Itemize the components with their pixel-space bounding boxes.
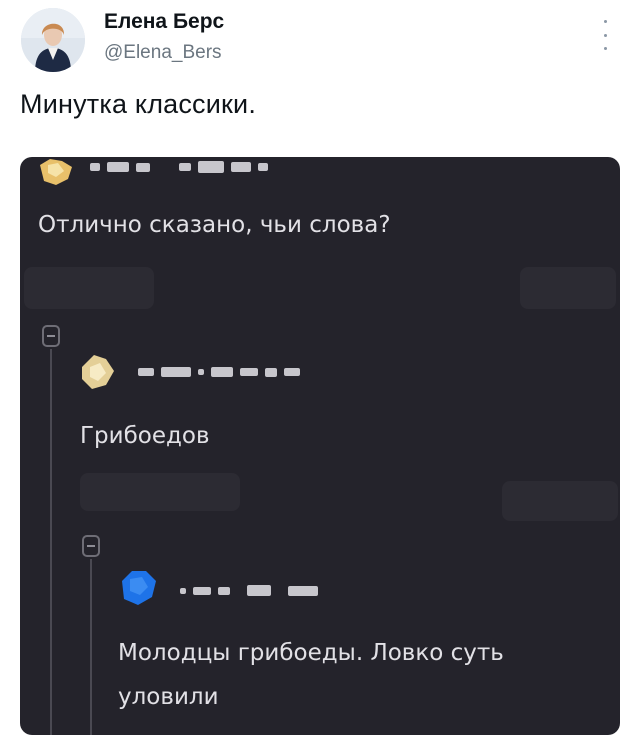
commenter-avatar-icon bbox=[122, 571, 156, 605]
commenter-avatar-icon bbox=[82, 355, 114, 389]
blurred-action-bar bbox=[80, 473, 240, 511]
redacted-username bbox=[138, 367, 300, 377]
comment-text-1: Отлично сказано, чьи слова? bbox=[38, 212, 391, 238]
collapse-thread-icon[interactable] bbox=[42, 325, 60, 347]
thread-line bbox=[90, 559, 92, 735]
tweet-media-image[interactable]: Отлично сказано, чьи слова? Грибоедов Мо… bbox=[20, 157, 620, 735]
blurred-action-bar bbox=[24, 267, 154, 309]
comment-text-2: Грибоедов bbox=[80, 423, 210, 449]
author-avatar[interactable] bbox=[21, 8, 85, 72]
comment-text-3-line-1: Молодцы грибоеды. Ловко суть bbox=[118, 640, 504, 666]
thread-line bbox=[50, 349, 52, 735]
tweet-card: Елена Берс @Elena_Bers Минутка классики.… bbox=[0, 0, 640, 749]
comment-text-3-line-2: уловили bbox=[118, 684, 219, 710]
redacted-username bbox=[90, 161, 268, 173]
blurred-action-bar bbox=[520, 267, 616, 309]
comment-text-3: Молодцы грибоеды. Ловко суть уловили bbox=[118, 631, 504, 719]
author-handle[interactable]: @Elena_Bers bbox=[104, 42, 222, 64]
author-name[interactable]: Елена Берс bbox=[104, 10, 224, 34]
collapse-thread-icon[interactable] bbox=[82, 535, 100, 557]
tweet-text: Минутка классики. bbox=[20, 89, 257, 119]
more-options-icon[interactable] bbox=[596, 20, 614, 50]
blurred-action-bar bbox=[502, 481, 618, 521]
commenter-avatar-icon bbox=[40, 159, 72, 185]
redacted-username bbox=[180, 585, 318, 596]
